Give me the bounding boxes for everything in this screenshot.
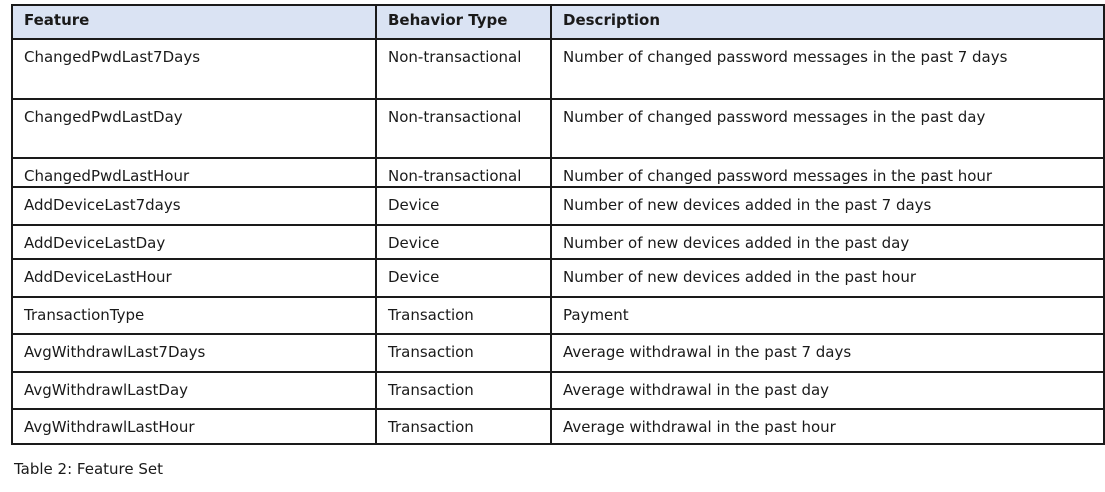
behavior-type-cell: Device xyxy=(375,258,552,298)
behavior-type-cell: Transaction xyxy=(375,371,552,410)
feature-cell: TransactionType xyxy=(11,296,377,335)
description-cell: Number of changed password messages in t… xyxy=(550,38,1105,100)
feature-cell: AvgWithdrawlLastHour xyxy=(11,408,377,445)
behavior-type-cell: Device xyxy=(375,186,552,226)
feature-cell: AddDeviceLastDay xyxy=(11,224,377,260)
description-cell: Average withdrawal in the past hour xyxy=(550,408,1105,445)
behavior-type-cell: Transaction xyxy=(375,408,552,445)
description-cell: Number of new devices added in the past … xyxy=(550,224,1105,260)
description-cell: Average withdrawal in the past 7 days xyxy=(550,333,1105,373)
feature-cell: AvgWithdrawlLastDay xyxy=(11,371,377,410)
description-cell: Number of changed password messages in t… xyxy=(550,98,1105,159)
description-cell: Payment xyxy=(550,296,1105,335)
table-row: AvgWithdrawlLastDay Transaction Average … xyxy=(11,371,1105,410)
column-header-feature: Feature xyxy=(11,4,377,40)
table-row: ChangedPwdLastDay Non-transactional Numb… xyxy=(11,98,1105,159)
table-row: AddDeviceLast7days Device Number of new … xyxy=(11,186,1105,226)
behavior-type-cell: Non-transactional xyxy=(375,157,552,188)
feature-cell: AvgWithdrawlLast7Days xyxy=(11,333,377,373)
description-cell: Number of new devices added in the past … xyxy=(550,186,1105,226)
feature-set-table: Feature Behavior Type Description Change… xyxy=(11,4,1105,445)
behavior-type-cell: Non-transactional xyxy=(375,38,552,100)
behavior-type-cell: Transaction xyxy=(375,296,552,335)
header-row: Feature Behavior Type Description xyxy=(11,4,1105,40)
table-row: AddDeviceLastDay Device Number of new de… xyxy=(11,224,1105,260)
column-header-behavior-type: Behavior Type xyxy=(375,4,552,40)
table-row: AvgWithdrawlLastHour Transaction Average… xyxy=(11,408,1105,445)
table-row: ChangedPwdLast7Days Non-transactional Nu… xyxy=(11,38,1105,100)
behavior-type-cell: Transaction xyxy=(375,333,552,373)
feature-cell: AddDeviceLastHour xyxy=(11,258,377,298)
feature-cell: ChangedPwdLastDay xyxy=(11,98,377,159)
table-caption: Table 2: Feature Set xyxy=(14,460,164,478)
behavior-type-cell: Device xyxy=(375,224,552,260)
feature-cell: AddDeviceLast7days xyxy=(11,186,377,226)
column-header-description: Description xyxy=(550,4,1105,40)
feature-cell: ChangedPwdLastHour xyxy=(11,157,377,188)
description-cell: Number of new devices added in the past … xyxy=(550,258,1105,298)
behavior-type-cell: Non-transactional xyxy=(375,98,552,159)
table-row: AvgWithdrawlLast7Days Transaction Averag… xyxy=(11,333,1105,373)
table-row: AddDeviceLastHour Device Number of new d… xyxy=(11,258,1105,298)
description-cell: Average withdrawal in the past day xyxy=(550,371,1105,410)
table-row: TransactionType Transaction Payment xyxy=(11,296,1105,335)
description-cell: Number of changed password messages in t… xyxy=(550,157,1105,188)
table-row: ChangedPwdLastHour Non-transactional Num… xyxy=(11,157,1105,188)
feature-cell: ChangedPwdLast7Days xyxy=(11,38,377,100)
